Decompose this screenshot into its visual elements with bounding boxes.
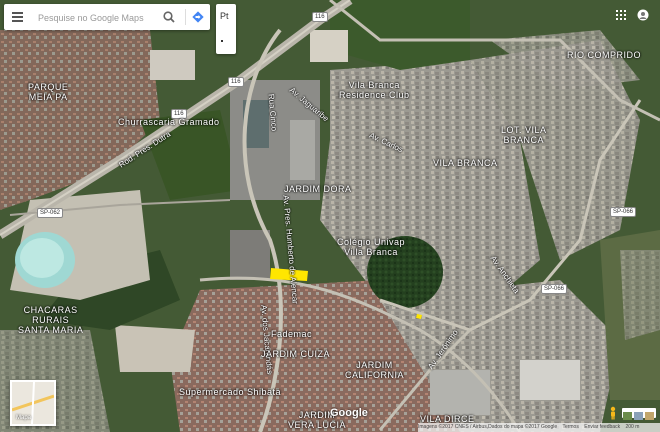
imagery-credit: Imagens ©2017 CNES / Airbus,Dados do map… xyxy=(418,424,558,430)
place-label-fademac: Fademac xyxy=(271,329,313,339)
language-label: Pt xyxy=(220,11,229,21)
place-label-churrascaria: Churrascaria Gramado xyxy=(118,117,220,127)
map-layer-toggle[interactable]: Mapa xyxy=(10,380,56,426)
imagery-thumbnails-icon xyxy=(623,412,654,420)
imagery-strip[interactable] xyxy=(622,408,656,420)
search-icon[interactable] xyxy=(162,10,176,24)
language-box[interactable]: Pt xyxy=(216,4,236,54)
place-label-lot-vila-branca: LOT. VILA BRANCA xyxy=(501,125,547,145)
search-input[interactable] xyxy=(36,8,160,28)
place-label-vila-branca: VILA BRANCA xyxy=(433,158,498,168)
separator xyxy=(185,9,186,25)
map-footer: Imagens ©2017 CNES / Airbus,Dados do map… xyxy=(418,423,660,432)
search-box xyxy=(4,4,210,30)
place-label-rio-comprido: RIO COMPRIDO xyxy=(567,50,642,60)
directions-icon[interactable] xyxy=(191,10,205,24)
place-label-vila-branca-residence: Vila Branca Residence Club xyxy=(339,80,410,100)
place-label-chacaras: CHACARAS RURAIS SANTA MARIA xyxy=(18,305,84,335)
pegman-icon[interactable] xyxy=(608,406,618,420)
br116-shield: 116 xyxy=(228,77,244,87)
place-label-jardim-cuiza: JARDIM CUIZA xyxy=(261,349,330,359)
dot-icon xyxy=(221,40,223,42)
feedback-link[interactable]: Enviar feedback xyxy=(584,424,620,430)
sp066-shield: SP-066 xyxy=(541,284,568,294)
account-icon[interactable] xyxy=(637,9,649,21)
place-label-jardim-dora: JARDIM DORA xyxy=(284,184,352,194)
place-label-parque-meia-pa: PARQUE MEIA PA xyxy=(28,82,69,102)
scale-label: 200 m xyxy=(625,424,640,430)
apps-grid-icon[interactable] xyxy=(616,10,626,20)
place-label-jardim-california: JARDIM CALIFORNIA xyxy=(345,360,405,380)
br116-shield: 116 xyxy=(312,12,328,22)
satellite-map[interactable] xyxy=(0,0,660,432)
layer-label: Mapa xyxy=(16,415,32,421)
place-label-supermercado: Supermercado Shibata xyxy=(179,387,282,397)
sp066-shield: SP-066 xyxy=(610,207,637,217)
sp062-shield: SP-062 xyxy=(37,208,64,218)
terms-link[interactable]: Termos xyxy=(562,424,578,430)
place-label-colegio-univap: Colégio Univap Villa Branca xyxy=(337,237,406,257)
hamburger-menu-icon[interactable] xyxy=(12,12,23,22)
google-logo: Google xyxy=(330,407,368,419)
